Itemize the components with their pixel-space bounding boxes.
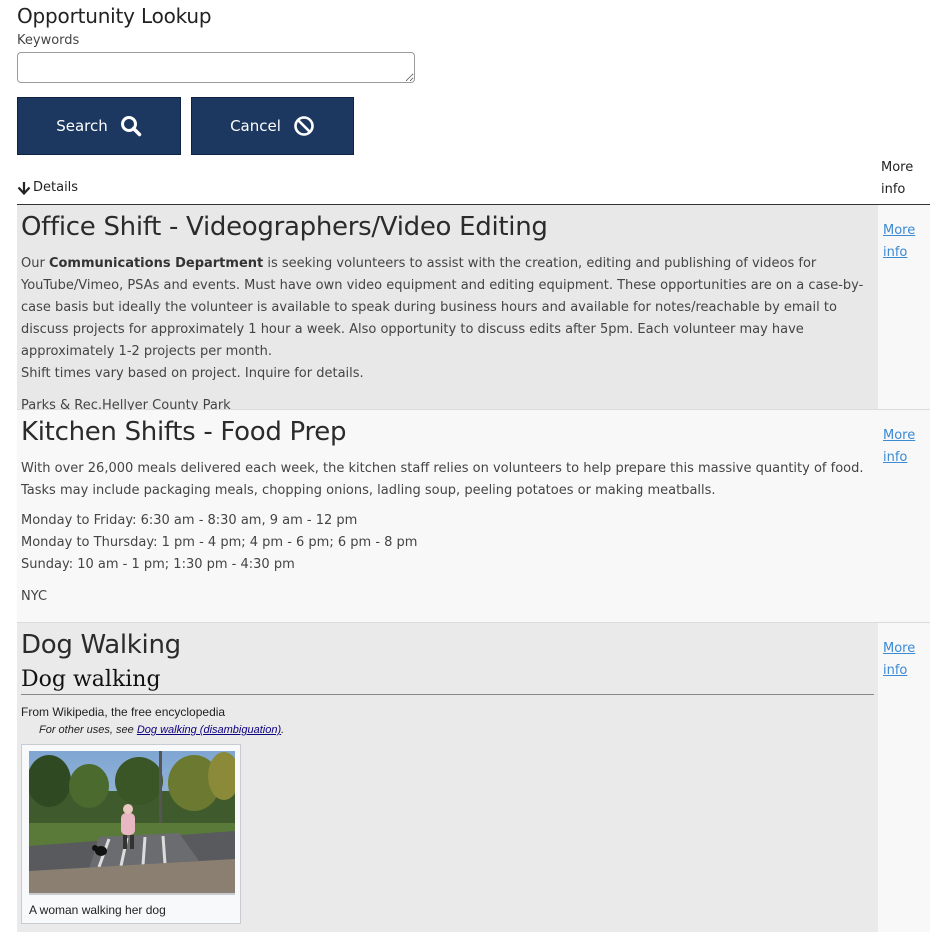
hatnote-suffix: . <box>281 724 285 736</box>
hatnote-prefix: For other uses, see <box>39 724 137 736</box>
table-row: Dog Walking Dog walking From Wikipedia, … <box>17 623 930 932</box>
details-header-label: Details <box>33 180 79 195</box>
ban-icon <box>294 116 314 136</box>
cancel-button-label: Cancel <box>230 117 281 135</box>
opportunity-title: Office Shift - Videographers/Video Editi… <box>21 212 548 242</box>
opportunity-location: NYC <box>21 589 48 604</box>
wiki-thumbnail: A woman walking her dog <box>21 744 241 924</box>
shift-note: Shift times vary based on project. Inqui… <box>21 366 364 381</box>
more-info-cell: More info <box>878 205 930 409</box>
opportunity-details: Kitchen Shifts - Food Prep With over 26,… <box>17 410 878 622</box>
thumbnail-caption: A woman walking her dog <box>29 903 166 917</box>
opportunity-description: With over 26,000 meals delivered each we… <box>21 461 864 498</box>
keywords-label: Keywords <box>17 33 80 48</box>
opportunity-title: Dog Walking <box>21 630 181 660</box>
schedule-line: Monday to Thursday: 1 pm - 4 pm; 4 pm - … <box>21 535 418 550</box>
wiki-hatnote: For other uses, see Dog walking (disambi… <box>39 724 874 736</box>
more-info-link[interactable]: More info <box>883 425 930 469</box>
disambiguation-link[interactable]: Dog walking (disambiguation) <box>137 724 281 736</box>
more-info-link[interactable]: More info <box>883 638 930 682</box>
arrow-down-icon <box>17 181 31 195</box>
description-prefix: Our <box>21 256 49 271</box>
opportunity-details: Dog Walking Dog walking From Wikipedia, … <box>17 623 878 932</box>
page-title: Opportunity Lookup <box>17 4 212 28</box>
opportunity-title: Kitchen Shifts - Food Prep <box>21 417 347 447</box>
schedule-line: Monday to Friday: 6:30 am - 8:30 am, 9 a… <box>21 513 358 528</box>
cancel-button[interactable]: Cancel <box>191 97 354 155</box>
more-info-column-header: More info <box>881 160 914 197</box>
opportunity-details: Office Shift - Videographers/Video Editi… <box>17 205 878 413</box>
description-rest: is seeking volunteers to assist with the… <box>21 256 864 359</box>
more-info-link[interactable]: More info <box>883 220 930 264</box>
table-row: Kitchen Shifts - Food Prep With over 26,… <box>17 410 930 623</box>
details-column-header[interactable]: Details <box>17 180 78 195</box>
search-button-label: Search <box>56 117 108 135</box>
more-info-cell: More info <box>878 410 930 622</box>
wiki-heading: Dog walking <box>21 667 874 695</box>
dog-walking-photo[interactable] <box>29 751 235 895</box>
schedule-line: Sunday: 10 am - 1 pm; 1:30 pm - 4:30 pm <box>21 557 295 572</box>
search-button[interactable]: Search <box>17 97 181 155</box>
description-bold: Communications Department <box>48 256 264 271</box>
opportunity-description: Our Communications Department is seeking… <box>21 253 874 385</box>
more-info-cell: More info <box>878 623 930 932</box>
search-icon <box>120 116 142 137</box>
schedule-list: Monday to Friday: 6:30 am - 8:30 am, 9 a… <box>21 510 874 576</box>
table-row: Office Shift - Videographers/Video Editi… <box>17 205 930 413</box>
keywords-input[interactable] <box>17 52 415 83</box>
wiki-source-note: From Wikipedia, the free encyclopedia <box>21 705 226 719</box>
